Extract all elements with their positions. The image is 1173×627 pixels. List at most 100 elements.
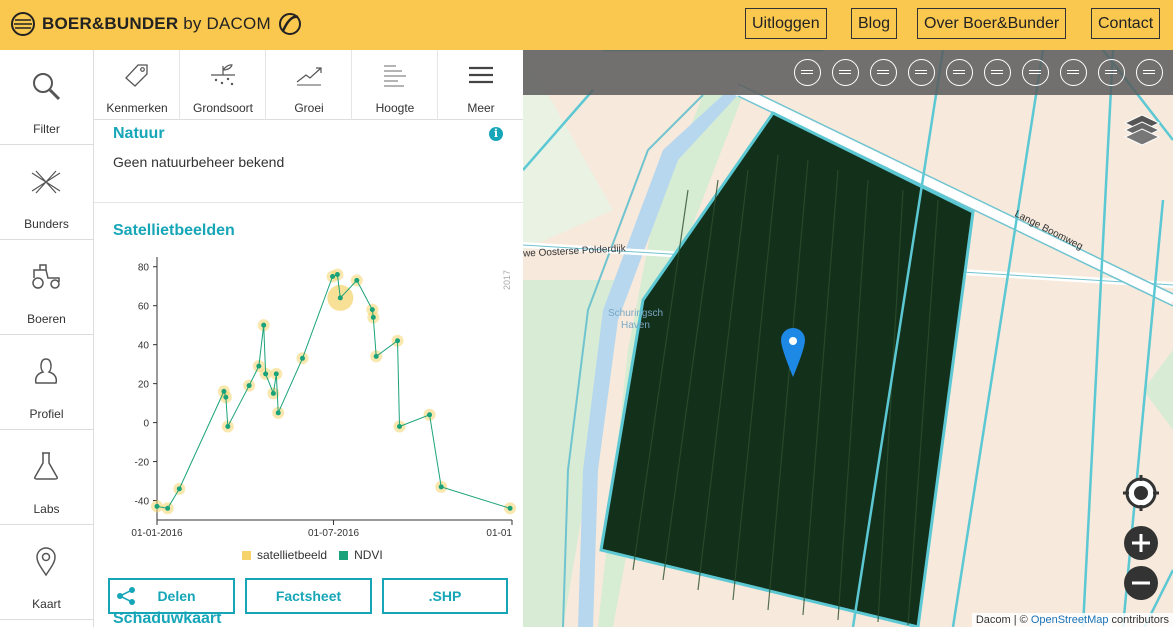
ndvi-point — [427, 412, 433, 418]
info-icon[interactable]: i — [489, 127, 503, 141]
year-label: 2017 — [502, 270, 512, 290]
menu-icon — [469, 66, 493, 84]
ndvi-point — [223, 394, 229, 400]
ndvi-point — [370, 314, 376, 320]
layers-icon[interactable] — [1123, 113, 1161, 147]
tab-groei[interactable]: Groei — [266, 50, 352, 120]
ndvi-point — [273, 371, 279, 377]
ndvi-point — [395, 338, 401, 344]
growth-icon — [296, 67, 322, 86]
bunders-icon — [31, 170, 61, 194]
ndvi-chart[interactable]: 80 60 40 20 0 -20 -40 01-01-2016 01-07-2016 01-01… — [112, 250, 523, 570]
factsheet-button[interactable]: Factsheet — [245, 578, 372, 614]
ndvi-point — [221, 388, 227, 394]
farmer-icon[interactable] — [1060, 59, 1087, 86]
crop-layer-icon[interactable] — [870, 59, 897, 86]
tool-glyph — [801, 70, 813, 74]
ndvi-point — [438, 484, 444, 490]
map-view[interactable]: Lange Boomweg we Oosterse Polderdijk Sch… — [523, 50, 1173, 627]
y-tick-label: 80 — [138, 263, 150, 274]
tractor-icon — [32, 264, 60, 289]
locate-icon[interactable] — [1123, 475, 1159, 511]
sidebar-item-labs[interactable]: Labs — [0, 430, 93, 525]
sidebar-item-label: Boeren — [27, 312, 66, 326]
ndvi-point — [270, 390, 276, 396]
wave-icon[interactable] — [1022, 59, 1049, 86]
sidebar-item-label: Kaart — [32, 597, 61, 611]
share-icon — [117, 587, 135, 605]
ndvi-point — [165, 505, 171, 511]
zoom-out-icon[interactable] — [1123, 565, 1159, 601]
water-icon[interactable] — [946, 59, 973, 86]
ndvi-point — [275, 410, 281, 416]
logo[interactable]: BOER&BUNDER by DACOM — [10, 8, 303, 40]
tab-label: Meer — [467, 101, 495, 115]
harbour-label-1: Schuringsch — [608, 308, 664, 319]
nav-contact[interactable]: Contact — [1091, 8, 1161, 39]
road-icon[interactable] — [1098, 59, 1125, 86]
tab-hoogte[interactable]: Hoogte — [352, 50, 438, 120]
tab-label: Hoogte — [375, 101, 415, 115]
ndvi-point — [299, 355, 305, 361]
sidebar-item-profiel[interactable]: Profiel — [0, 335, 93, 430]
sidebar-item-label: Labs — [33, 502, 60, 516]
ndvi-point — [176, 486, 182, 492]
ndvi-point — [263, 371, 269, 377]
layers-stack-icon[interactable] — [984, 59, 1011, 86]
profile-icon — [34, 358, 58, 384]
nav-uitloggen[interactable]: Uitloggen — [745, 8, 827, 39]
legend-swatch-ndvi — [339, 550, 349, 560]
tag-icon — [125, 64, 148, 87]
tool-glyph — [1143, 70, 1155, 74]
attrib-tail: contributors — [1108, 614, 1169, 626]
tab-meer[interactable]: Meer — [438, 50, 523, 120]
legend-label-ndvi: NDVI — [354, 548, 383, 562]
sidebar-item-boeren[interactable]: Boeren — [0, 240, 93, 335]
tab-label: Grondsoort — [192, 101, 254, 115]
logo-text: BOER&BUNDER by DACOM — [42, 14, 271, 33]
sidebar-item-label: Bunders — [24, 217, 69, 231]
tool-glyph — [991, 70, 1003, 74]
drone-icon[interactable] — [908, 59, 935, 86]
height-icon — [384, 65, 406, 87]
field-layer-icon[interactable] — [832, 59, 859, 86]
ndvi-point — [246, 383, 252, 389]
natuur-text: Geen natuurbeheer bekend — [113, 154, 285, 170]
shp-button[interactable]: .SHP — [382, 578, 508, 614]
x-tick-label: 01-01 — [486, 528, 512, 539]
ndvi-point — [354, 277, 360, 283]
tool-glyph — [877, 70, 889, 74]
tool-glyph — [839, 70, 851, 74]
nav-over[interactable]: Over Boer&Bunder — [917, 8, 1067, 39]
y-tick-label: 60 — [138, 302, 150, 313]
y-tick-label: 40 — [138, 341, 150, 352]
ndvi-point — [330, 273, 336, 279]
attrib-osm-link[interactable]: OpenStreetMap — [1031, 614, 1109, 626]
sidebar-item-label: Filter — [33, 122, 60, 136]
tab-kenmerken[interactable]: Kenmerken — [94, 50, 180, 120]
sidebar-item-bunders[interactable]: Bunders — [0, 145, 93, 240]
tool-glyph — [1067, 70, 1079, 74]
detail-panel[interactable]: Kenmerken Grondsoort Groei Hoogte Meer N… — [94, 50, 523, 627]
list-icon[interactable] — [1136, 59, 1163, 86]
dacom-leaf-icon — [278, 13, 301, 35]
tool-glyph — [1105, 70, 1117, 74]
share-button[interactable]: Delen — [108, 578, 235, 614]
sidebar-item-kaart[interactable]: Kaart — [0, 525, 93, 620]
nav-blog[interactable]: Blog — [851, 8, 898, 39]
sidebar-item-filter[interactable]: Filter — [0, 50, 93, 145]
ndvi-point — [261, 322, 267, 328]
schaduwkaart-title: Schaduwkaart — [113, 610, 222, 627]
pin-layer-icon[interactable] — [794, 59, 821, 86]
legend-label-satellietbeeld: satellietbeeld — [257, 548, 328, 562]
y-tick-label: -20 — [135, 458, 150, 469]
map-canvas[interactable] — [523, 50, 1173, 627]
ndvi-point — [154, 503, 160, 509]
map-attribution: Dacom | © OpenStreetMap contributors — [971, 613, 1173, 627]
zoom-in-icon[interactable] — [1123, 525, 1159, 561]
sidebar-item-label: Profiel — [29, 407, 64, 421]
tab-grondsoort[interactable]: Grondsoort — [180, 50, 266, 120]
tab-label: Kenmerken — [106, 101, 168, 115]
map-pin-icon — [36, 547, 56, 577]
satellite-title: Satellietbeelden — [113, 222, 235, 239]
